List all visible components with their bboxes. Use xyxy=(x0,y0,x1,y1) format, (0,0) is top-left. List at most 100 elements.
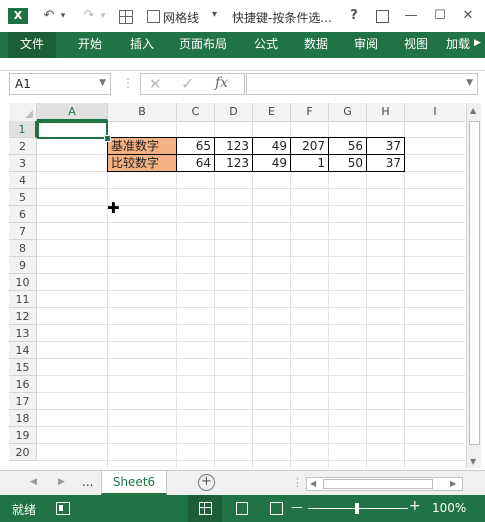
name-box-dropdown-icon[interactable]: ▼ xyxy=(99,78,106,88)
cell-g2[interactable]: 56 xyxy=(329,138,367,155)
vertical-scroll-thumb[interactable] xyxy=(469,121,480,445)
vertical-scrollbar[interactable]: ▲ ▼ xyxy=(466,103,481,468)
row-header-13[interactable]: 13 xyxy=(9,325,37,342)
column-header-c[interactable]: C xyxy=(177,103,215,121)
row-header-16[interactable]: 16 xyxy=(9,376,37,393)
row-header-4[interactable]: 4 xyxy=(9,172,37,189)
fill-handle[interactable] xyxy=(104,135,111,142)
cell-d3[interactable]: 123 xyxy=(215,155,253,172)
tab-formulas[interactable]: 公式 xyxy=(244,32,288,58)
row-header-20[interactable]: 20 xyxy=(9,444,37,461)
ribbon-scroll-right-icon[interactable]: ▶ xyxy=(474,38,481,48)
row-header-2[interactable]: 2 xyxy=(9,138,37,155)
formula-input[interactable]: ▼ xyxy=(246,73,478,95)
zoom-level[interactable]: 100% xyxy=(432,501,466,515)
cell-h3[interactable]: 37 xyxy=(367,155,405,172)
row-header-7[interactable]: 7 xyxy=(9,223,37,240)
redo-dropdown-icon[interactable]: ▾ xyxy=(98,7,108,25)
row-header-17[interactable]: 17 xyxy=(9,393,37,410)
row-header-8[interactable]: 8 xyxy=(9,240,37,257)
gridline xyxy=(328,121,329,468)
tab-review[interactable]: 审阅 xyxy=(344,32,388,58)
qat-customize-icon[interactable]: ▾ xyxy=(212,9,217,20)
cell-c3[interactable]: 64 xyxy=(177,155,215,172)
name-box[interactable]: A1 ▼ xyxy=(9,73,111,95)
cell-h2[interactable]: 37 xyxy=(367,138,405,155)
column-header-g[interactable]: G xyxy=(329,103,367,121)
excel-app-icon[interactable]: X xyxy=(8,8,28,24)
row-header-14[interactable]: 14 xyxy=(9,342,37,359)
column-header-b[interactable]: B xyxy=(108,103,177,121)
cell-f3[interactable]: 1 xyxy=(291,155,329,172)
zoom-slider-thumb[interactable] xyxy=(355,503,359,514)
help-button[interactable]: ? xyxy=(346,7,362,25)
cell-f2[interactable]: 207 xyxy=(291,138,329,155)
worksheet-grid[interactable]: A B C D E F G H I 1 2 3 4 5 6 7 8 9 10 1… xyxy=(9,103,465,468)
macro-record-icon[interactable] xyxy=(56,502,70,515)
scroll-up-icon[interactable]: ▲ xyxy=(470,106,476,115)
normal-view-button[interactable] xyxy=(188,495,222,522)
enter-icon[interactable]: ✓ xyxy=(181,74,194,93)
tab-file[interactable]: 文件 xyxy=(8,32,56,58)
column-header-d[interactable]: D xyxy=(215,103,253,121)
sheet-tab-sheet6[interactable]: Sheet6 xyxy=(101,471,167,495)
row-header-6[interactable]: 6 xyxy=(9,206,37,223)
scroll-left-icon[interactable]: ◀ xyxy=(310,479,316,488)
undo-icon[interactable]: ↶ xyxy=(40,7,58,25)
tab-insert[interactable]: 插入 xyxy=(120,32,164,58)
zoom-out-button[interactable]: — xyxy=(291,500,303,514)
undo-dropdown-icon[interactable]: ▾ xyxy=(58,7,68,25)
column-header-i[interactable]: I xyxy=(405,103,465,121)
column-header-f[interactable]: F xyxy=(291,103,329,121)
expand-formula-bar-icon[interactable]: ▼ xyxy=(466,78,473,88)
cell-b2[interactable]: 基准数字 xyxy=(107,138,177,155)
scroll-right-icon[interactable]: ▶ xyxy=(450,479,456,488)
add-sheet-button[interactable]: + xyxy=(198,474,215,491)
sheet-next-icon[interactable]: ▶ xyxy=(58,477,65,487)
row-header-9[interactable]: 9 xyxy=(9,257,37,274)
horizontal-scroll-thumb[interactable] xyxy=(323,479,433,489)
cancel-icon[interactable]: ✕ xyxy=(149,75,162,93)
scroll-down-icon[interactable]: ▼ xyxy=(470,457,476,466)
cell-c2[interactable]: 65 xyxy=(177,138,215,155)
tab-view[interactable]: 视图 xyxy=(394,32,438,58)
selected-cell-a1[interactable] xyxy=(37,121,108,139)
cell-d2[interactable]: 123 xyxy=(215,138,253,155)
row-header-3[interactable]: 3 xyxy=(9,155,37,172)
sheet-prev-icon[interactable]: ◀ xyxy=(30,477,37,487)
minimize-button[interactable]: — xyxy=(403,7,419,25)
row-header-15[interactable]: 15 xyxy=(9,359,37,376)
ribbon-display-options-icon[interactable] xyxy=(376,10,389,23)
tab-page-layout[interactable]: 页面布局 xyxy=(172,32,234,58)
select-all-corner[interactable] xyxy=(9,103,37,121)
cell-b3[interactable]: 比较数字 xyxy=(107,155,177,172)
row-header-12[interactable]: 12 xyxy=(9,308,37,325)
row-header-18[interactable]: 18 xyxy=(9,410,37,427)
more-sheets-button[interactable]: ... xyxy=(82,475,93,489)
row-header-5[interactable]: 5 xyxy=(9,189,37,206)
redo-icon[interactable]: ↷ xyxy=(80,7,98,25)
horizontal-scrollbar[interactable]: ◀ ▶ xyxy=(306,477,463,491)
cell-e3[interactable]: 49 xyxy=(253,155,291,172)
row-header-10[interactable]: 10 xyxy=(9,274,37,291)
tab-split-grip-icon[interactable]: ⋮ xyxy=(292,476,303,489)
cell-g3[interactable]: 50 xyxy=(329,155,367,172)
page-break-view-icon[interactable] xyxy=(270,502,283,515)
zoom-in-button[interactable]: + xyxy=(409,498,421,514)
cell-e2[interactable]: 49 xyxy=(253,138,291,155)
close-button[interactable]: ✕ xyxy=(460,7,476,25)
row-header-1[interactable]: 1 xyxy=(9,121,37,138)
tab-addins[interactable]: 加载 xyxy=(446,32,476,58)
column-header-a[interactable]: A xyxy=(37,103,108,121)
column-header-e[interactable]: E xyxy=(253,103,291,121)
row-header-11[interactable]: 11 xyxy=(9,291,37,308)
maximize-button[interactable]: ☐ xyxy=(432,7,448,25)
tab-home[interactable]: 开始 xyxy=(68,32,112,58)
tab-data[interactable]: 数据 xyxy=(294,32,338,58)
column-header-h[interactable]: H xyxy=(367,103,405,121)
row-header-19[interactable]: 19 xyxy=(9,427,37,444)
borders-icon[interactable] xyxy=(119,10,133,24)
insert-function-icon[interactable]: fx xyxy=(215,75,228,91)
gridlines-checkbox[interactable] xyxy=(147,10,160,23)
page-layout-view-icon[interactable] xyxy=(236,502,248,515)
